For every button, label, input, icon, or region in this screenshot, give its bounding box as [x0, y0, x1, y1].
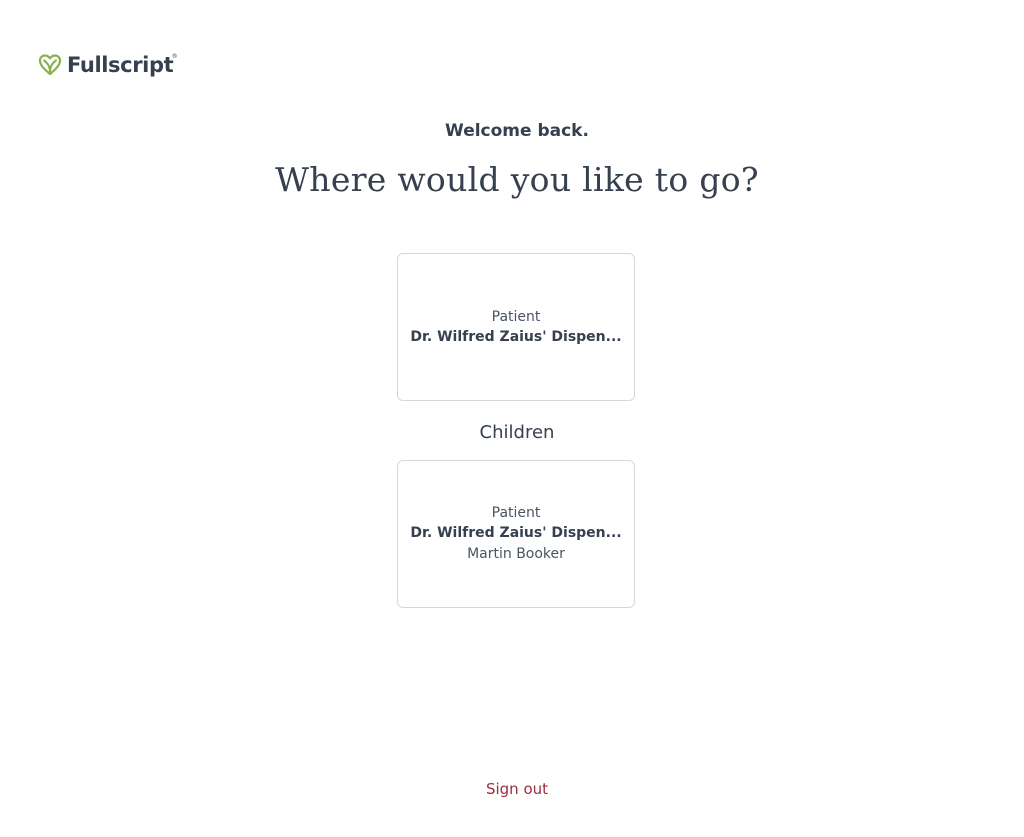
- card-role: Patient: [491, 505, 541, 521]
- page-title: Where would you like to go?: [275, 160, 759, 199]
- welcome-message: Welcome back.: [445, 121, 589, 141]
- card-role: Patient: [491, 308, 541, 325]
- card-store-name: Dr. Wilfred Zaius' Dispen...: [410, 328, 622, 345]
- fullscript-logo: Fullscript ®: [38, 53, 178, 77]
- card-person-name: Martin Booker: [467, 546, 565, 562]
- children-section-label: Children: [479, 422, 555, 443]
- leaf-heart-icon: [38, 54, 62, 76]
- sign-out-link[interactable]: Sign out: [0, 780, 1024, 798]
- logo-wordmark: Fullscript ®: [67, 53, 178, 77]
- account-card-child[interactable]: Patient Dr. Wilfred Zaius' Dispen... Mar…: [397, 460, 635, 608]
- trademark-mark: ®: [171, 53, 178, 60]
- card-store-name: Dr. Wilfred Zaius' Dispen...: [410, 525, 622, 541]
- account-card-patient[interactable]: Patient Dr. Wilfred Zaius' Dispen...: [397, 253, 635, 401]
